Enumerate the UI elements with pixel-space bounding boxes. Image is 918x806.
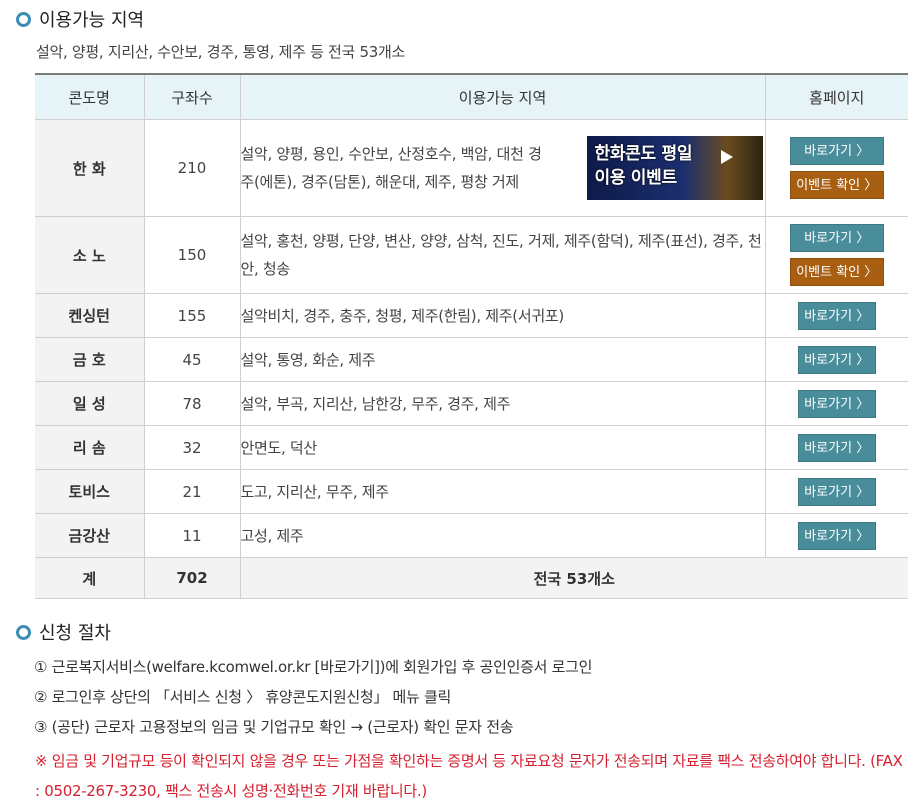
- play-icon: [720, 150, 733, 164]
- section-subtitle: 설악, 양평, 지리산, 수안보, 경주, 통영, 제주 등 전국 53개소: [36, 43, 406, 61]
- condo-area: 설악, 양평, 용인, 수안보, 산정호수, 백암, 대천 경주(에톤), 경주…: [239, 119, 766, 217]
- event-check-button[interactable]: 이벤트 확인 〉: [789, 258, 884, 286]
- condo-area-text: 설악, 양평, 용인, 수안보, 산정호수, 백암, 대천 경주(에톤), 경주…: [240, 145, 542, 191]
- header-count: 구좌수: [143, 73, 241, 120]
- condo-homepage: 바로가기 〉: [764, 293, 908, 338]
- procedure-step-2: ② 로그인후 상단의 「서비스 신청 〉 휴양콘도지원신청」 메뉴 클릭: [34, 688, 451, 706]
- condo-count: 45: [143, 337, 241, 382]
- promo-line-2: 이용 이벤트: [594, 168, 678, 188]
- go-homepage-button[interactable]: 바로가기 〉: [797, 477, 876, 506]
- circle-bullet-icon: [16, 11, 31, 27]
- warning-note: ※ 임금 및 기업규모 등이 확인되지 않을 경우 또는 가점을 확인하는 증명…: [35, 752, 903, 800]
- go-homepage-button[interactable]: 바로가기 〉: [797, 521, 876, 550]
- section-title-available-areas: 이용가능 지역: [16, 6, 144, 32]
- condo-area: 설악, 부곡, 지리산, 남한강, 무주, 경주, 제주: [239, 381, 766, 426]
- go-homepage-button[interactable]: 바로가기 〉: [797, 301, 876, 330]
- condo-count: 150: [143, 216, 241, 294]
- table-row: 켄싱턴 155 설악비치, 경주, 충주, 청평, 제주(한림), 제주(서귀포…: [35, 293, 908, 338]
- table-row: 리 솜 32 안면도, 덕산 바로가기 〉: [35, 425, 908, 470]
- condo-area: 고성, 제주: [239, 513, 766, 558]
- procedure-step-3: ③ (공단) 근로자 고용정보의 임금 및 기업규모 확인 → (근로자) 확인…: [34, 718, 514, 736]
- condo-count: 210: [143, 119, 241, 217]
- section-title-text: 신청 절차: [39, 623, 111, 644]
- condo-homepage: 바로가기 〉: [764, 513, 908, 558]
- condo-homepage: 바로가기 〉 이벤트 확인 〉: [764, 216, 908, 294]
- condo-name: 금 호: [35, 337, 145, 382]
- section-title-application-procedure: 신청 절차: [16, 619, 111, 645]
- condo-count: 32: [143, 425, 241, 470]
- section-title-text: 이용가능 지역: [39, 10, 145, 31]
- table-row: 토비스 21 도고, 지리산, 무주, 제주 바로가기 〉: [35, 469, 908, 514]
- table-row: 일 성 78 설악, 부곡, 지리산, 남한강, 무주, 경주, 제주 바로가기…: [35, 381, 908, 426]
- page: 이용가능 지역 설악, 양평, 지리산, 수안보, 경주, 통영, 제주 등 전…: [0, 0, 918, 806]
- condo-table: 콘도명 구좌수 이용가능 지역 홈페이지 한 화 210 설악, 양평, 용인,…: [35, 73, 908, 599]
- go-homepage-button[interactable]: 바로가기 〉: [797, 433, 876, 462]
- go-homepage-button[interactable]: 바로가기 〉: [789, 137, 884, 165]
- procedure-steps: ① 근로복지서비스(welfare.kcomwel.or.kr [바로가기])에…: [34, 652, 592, 742]
- condo-area: 설악비치, 경주, 충주, 청평, 제주(한림), 제주(서귀포): [239, 293, 766, 338]
- circle-bullet-icon: [16, 624, 31, 640]
- table-total-row: 계 702 전국 53개소: [35, 557, 908, 599]
- table-header-row: 콘도명 구좌수 이용가능 지역 홈페이지: [35, 73, 908, 120]
- go-homepage-button[interactable]: 바로가기 〉: [797, 389, 876, 418]
- condo-name: 한 화: [35, 119, 145, 217]
- table-row: 소 노 150 설악, 홍천, 양평, 단양, 변산, 양양, 삼척, 진도, …: [35, 216, 908, 294]
- condo-count: 21: [143, 469, 241, 514]
- header-condo-name: 콘도명: [35, 73, 145, 120]
- condo-count: 78: [143, 381, 241, 426]
- condo-homepage: 바로가기 〉 이벤트 확인 〉: [764, 119, 908, 217]
- total-label: 계: [35, 557, 145, 599]
- go-homepage-button[interactable]: 바로가기 〉: [789, 224, 884, 252]
- event-check-button[interactable]: 이벤트 확인 〉: [789, 171, 884, 199]
- procedure-step-1: ① 근로복지서비스(welfare.kcomwel.or.kr [바로가기])에…: [34, 658, 593, 676]
- condo-homepage: 바로가기 〉: [764, 337, 908, 382]
- go-homepage-button[interactable]: 바로가기 〉: [797, 345, 876, 374]
- header-area: 이용가능 지역: [239, 73, 766, 120]
- condo-area: 설악, 통영, 화순, 제주: [239, 337, 766, 382]
- condo-name: 소 노: [35, 216, 145, 294]
- condo-area: 설악, 홍천, 양평, 단양, 변산, 양양, 삼척, 진도, 거제, 제주(함…: [239, 216, 766, 294]
- condo-name: 켄싱턴: [35, 293, 145, 338]
- condo-name: 일 성: [35, 381, 145, 426]
- table-row: 금 호 45 설악, 통영, 화순, 제주 바로가기 〉: [35, 337, 908, 382]
- condo-area: 도고, 지리산, 무주, 제주: [239, 469, 766, 514]
- condo-homepage: 바로가기 〉: [764, 469, 908, 514]
- condo-count: 11: [143, 513, 241, 558]
- condo-homepage: 바로가기 〉: [764, 381, 908, 426]
- table-row: 한 화 210 설악, 양평, 용인, 수안보, 산정호수, 백암, 대천 경주…: [35, 119, 908, 217]
- table-row: 금강산 11 고성, 제주 바로가기 〉: [35, 513, 908, 558]
- condo-homepage: 바로가기 〉: [764, 425, 908, 470]
- hanwha-promo-banner[interactable]: 한화콘도 평일 이용 이벤트: [586, 136, 763, 200]
- condo-count: 155: [143, 293, 241, 338]
- total-summary: 전국 53개소: [239, 557, 908, 599]
- condo-name: 토비스: [35, 469, 145, 514]
- condo-name: 리 솜: [35, 425, 145, 470]
- condo-name: 금강산: [35, 513, 145, 558]
- header-homepage: 홈페이지: [764, 73, 908, 120]
- total-count: 702: [143, 557, 241, 599]
- condo-area: 안면도, 덕산: [239, 425, 766, 470]
